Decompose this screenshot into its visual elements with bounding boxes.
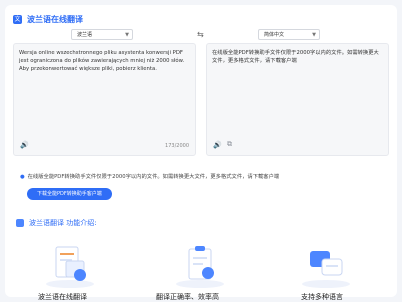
source-text[interactable]: Wersja online wszechstronnego pliku asys… bbox=[19, 49, 190, 73]
document-illustration-icon bbox=[46, 246, 94, 288]
info-icon bbox=[16, 219, 24, 227]
feature-label: 支持多种语言 bbox=[301, 293, 343, 301]
feature-multi-language bbox=[281, 243, 371, 289]
source-text-panel[interactable]: Wersja online wszechstronnego pliku asys… bbox=[13, 43, 196, 156]
header: 文 波兰语在线翻译 bbox=[13, 14, 83, 25]
source-language-select[interactable]: 波兰语 ▼ bbox=[71, 29, 133, 40]
character-counter: 173/2000 bbox=[165, 143, 189, 149]
feature-label: 波兰语在线翻译 bbox=[38, 293, 87, 301]
translator-card: 文 波兰语在线翻译 波兰语 ▼ ⇆ 简体中文 ▼ Wersja online w… bbox=[5, 5, 397, 301]
speaker-icon[interactable]: 🔊 bbox=[213, 141, 222, 149]
feature-online-translate bbox=[25, 243, 115, 289]
feature-accuracy bbox=[155, 243, 245, 289]
target-language-label: 简体中文 bbox=[264, 32, 285, 38]
translate-icon: 文 bbox=[13, 15, 22, 24]
notice-text: 在线版全能PDF转换助手文件仅限于2000字以内的文件。如需转换更大文件，更多格… bbox=[27, 174, 280, 180]
source-language-label: 波兰语 bbox=[77, 32, 93, 38]
download-client-button[interactable]: 下载全能PDF转换助手客户端 bbox=[27, 188, 112, 200]
copy-icon[interactable]: ⧉ bbox=[227, 140, 232, 149]
chevron-down-icon: ▼ bbox=[312, 32, 316, 38]
chevron-down-icon: ▼ bbox=[125, 32, 129, 38]
target-language-select[interactable]: 简体中文 ▼ bbox=[258, 29, 320, 40]
feature-label: 翻译正确率、效率高 bbox=[156, 293, 219, 301]
intro-header: 波兰语翻译 功能介绍: bbox=[16, 218, 97, 228]
speaker-icon[interactable]: 🔊 bbox=[20, 141, 29, 149]
intro-title: 波兰语翻译 功能介绍: bbox=[29, 219, 97, 227]
clipboard-illustration-icon bbox=[176, 246, 224, 288]
notice: ● 在线版全能PDF转换助手文件仅限于2000字以内的文件。如需转换更大文件，更多… bbox=[20, 172, 279, 180]
swap-icon[interactable]: ⇆ bbox=[197, 30, 204, 39]
page-title: 波兰语在线翻译 bbox=[27, 15, 83, 24]
language-illustration-icon bbox=[302, 251, 350, 288]
target-text: 在线版全能PDF转换助手文件仅限于2000字以内的文件。如需转换更大文件，更多格… bbox=[212, 50, 379, 64]
target-text-panel: 在线版全能PDF转换助手文件仅限于2000字以内的文件。如需转换更大文件，更多格… bbox=[206, 43, 389, 156]
bullet-icon: ● bbox=[20, 174, 25, 180]
